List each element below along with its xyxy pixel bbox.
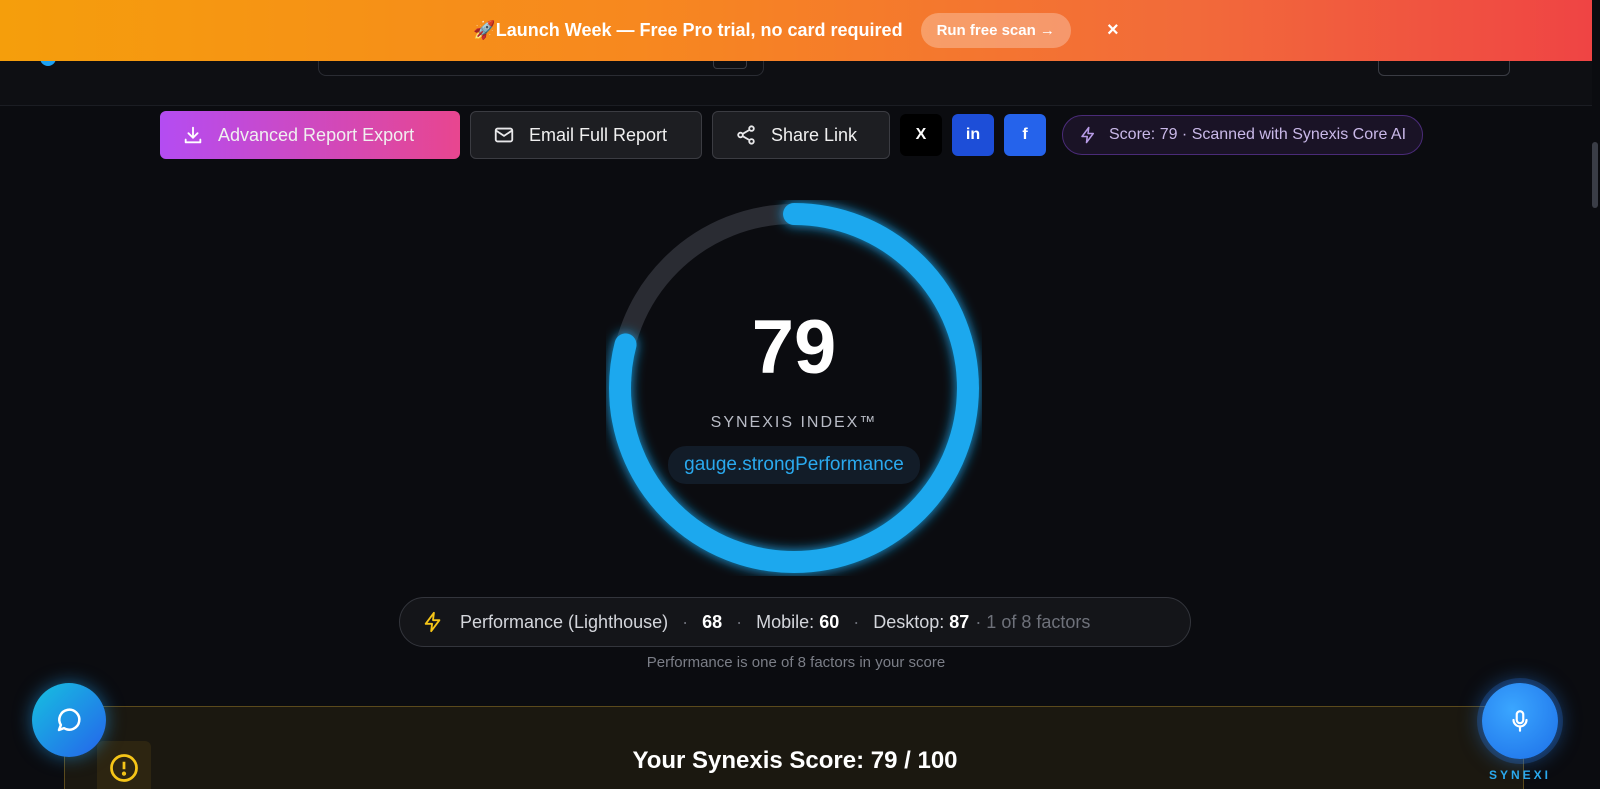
gauge-content: 79 SYNEXIS INDEX™ gauge.strongPerformanc… (606, 200, 982, 576)
performance-name: Performance (Lighthouse) (460, 611, 669, 632)
share-facebook-button[interactable]: f (1004, 114, 1046, 156)
advanced-report-export-button[interactable]: Advanced Report Export (160, 111, 460, 159)
email-full-report-button[interactable]: Email Full Report (470, 111, 702, 159)
share-label: Share Link (771, 124, 858, 145)
performance-footnote: Performance is one of 8 factors in your … (646, 654, 946, 671)
score-card-title: Your Synexis Score: 79 / 100 (632, 747, 958, 774)
separator: · (853, 611, 860, 632)
factor-note: · 1 of 8 factors (975, 611, 1091, 632)
separator: · (682, 611, 689, 632)
lightning-icon (424, 611, 441, 633)
desktop-label: Desktop: (873, 611, 945, 632)
share-x-button[interactable]: X (900, 114, 942, 156)
sparkle-icon (1081, 126, 1094, 144)
separator: · (736, 611, 743, 632)
report-toolbar: Advanced Report Export Email Full Report… (160, 111, 1424, 159)
close-banner-button[interactable]: × (1107, 19, 1119, 42)
email-label: Email Full Report (529, 124, 668, 145)
mobile-score: 60 (819, 611, 840, 632)
run-free-scan-button[interactable]: Run free scan → (920, 13, 1071, 48)
download-icon (184, 126, 202, 144)
microphone-icon (1512, 710, 1528, 732)
share-linkedin-button[interactable]: in (952, 114, 994, 156)
score-pill-text: Score: 79 · Scanned with Synexis Core AI (1109, 126, 1407, 143)
chat-button[interactable] (32, 683, 106, 757)
promo-banner: 🚀Launch Week — Free Pro trial, no card r… (0, 0, 1592, 61)
page-scrollbar[interactable] (1592, 0, 1600, 789)
performance-summary: Performance (Lighthouse) · 68 · Mobile: … (399, 597, 1191, 647)
assistant-label: SYNEXI (1488, 768, 1551, 782)
share-link-button[interactable]: Share Link (712, 111, 890, 159)
performance-score: 68 (702, 611, 723, 632)
score-gauge: 79 SYNEXIS INDEX™ gauge.strongPerformanc… (606, 200, 982, 576)
scrollbar-thumb[interactable] (1592, 142, 1598, 208)
desktop-score: 87 (949, 611, 970, 632)
mobile-label: Mobile: (756, 611, 815, 632)
score-badge: Score: 79 · Scanned with Synexis Core AI (1062, 115, 1424, 155)
score-card: Your Synexis Score: 79 / 100 (64, 706, 1524, 789)
mail-icon (494, 127, 514, 143)
share-icon (737, 125, 755, 145)
chat-bubble-icon (57, 708, 81, 732)
gauge-status-badge: gauge.strongPerformance (668, 446, 920, 484)
gauge-label: SYNEXIS INDEX™ (710, 414, 878, 431)
banner-text: 🚀Launch Week — Free Pro trial, no card r… (473, 20, 903, 40)
voice-assistant-button[interactable] (1482, 683, 1558, 759)
export-label: Advanced Report Export (218, 124, 415, 145)
gauge-value: 79 (751, 305, 837, 390)
